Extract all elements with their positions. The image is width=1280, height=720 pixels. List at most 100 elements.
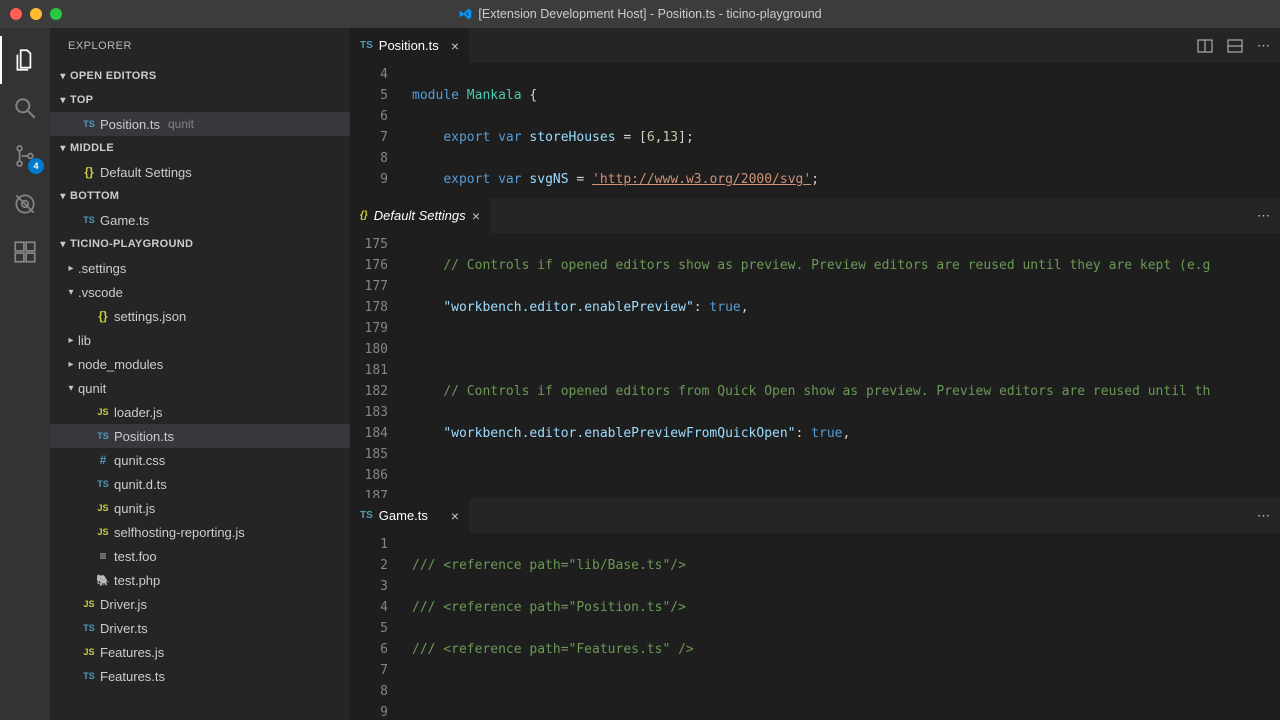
file-label: test.foo: [114, 549, 157, 564]
open-editor-desc: qunit: [168, 117, 194, 131]
minimize-window-button[interactable]: [30, 8, 42, 20]
section-open-editors[interactable]: ▾ OPEN EDITORS: [50, 64, 350, 88]
chevron-down-icon: ▾: [56, 239, 70, 250]
chevron-down-icon: ▾: [56, 143, 70, 154]
scm-badge: 4: [28, 158, 44, 174]
file-label: Driver.ts: [100, 621, 148, 636]
file-label: Driver.js: [100, 597, 147, 612]
more-icon[interactable]: ⋯: [1257, 208, 1270, 224]
line-numbers: 123456789: [350, 534, 406, 720]
file-label: qunit.css: [114, 453, 165, 468]
section-middle[interactable]: ▾ MIDDLE: [50, 136, 350, 160]
folder-vscode[interactable]: ▾ .vscode: [50, 280, 350, 304]
file-label: selfhosting-reporting.js: [114, 525, 245, 540]
tabs-bar-top: TS Position.ts × ⋯: [350, 28, 1280, 64]
window-title-text: [Extension Development Host] - Position.…: [478, 7, 821, 21]
chevron-down-icon: ▾: [64, 287, 78, 298]
open-editor-label: Game.ts: [100, 213, 149, 228]
tabs-actions-middle: ⋯: [1247, 198, 1280, 233]
folder-lib[interactable]: ▸ lib: [50, 328, 350, 352]
tab-label: Position.ts: [379, 38, 439, 53]
tabs-actions-top: ⋯: [1187, 28, 1280, 63]
code-editor-middle[interactable]: 175176177178179180181182183184185186187 …: [350, 234, 1280, 498]
typescript-icon: TS: [92, 479, 114, 489]
tab-default-settings[interactable]: {} Default Settings ×: [350, 198, 491, 233]
file-position-ts[interactable]: TS Position.ts: [50, 424, 350, 448]
file-settings-json[interactable]: {} settings.json: [50, 304, 350, 328]
file-loader-js[interactable]: JS loader.js: [50, 400, 350, 424]
code-editor-top[interactable]: 456789 module Mankala { export var store…: [350, 64, 1280, 198]
javascript-icon: JS: [78, 599, 100, 609]
section-project[interactable]: ▾ TICINO-PLAYGROUND: [50, 232, 350, 256]
file-label: settings.json: [114, 309, 186, 324]
open-editor-middle-default-settings[interactable]: {} Default Settings: [50, 160, 350, 184]
activity-bar: 4: [0, 28, 50, 720]
tab-label: Default Settings: [374, 208, 466, 223]
file-test-foo[interactable]: ≡ test.foo: [50, 544, 350, 568]
split-editor-icon[interactable]: [1197, 38, 1213, 54]
close-icon[interactable]: ×: [451, 38, 459, 54]
typescript-icon: TS: [92, 431, 114, 441]
tabs-actions-bottom: ⋯: [1247, 498, 1280, 533]
file-label: Features.ts: [100, 669, 165, 684]
file-label: Position.ts: [114, 429, 174, 444]
window-title: [Extension Development Host] - Position.…: [458, 7, 821, 21]
code-editor-bottom[interactable]: 123456789 /// <reference path="lib/Base.…: [350, 534, 1280, 720]
file-label: qunit.d.ts: [114, 477, 167, 492]
php-icon: 🐘: [92, 574, 114, 587]
activity-extensions[interactable]: [0, 228, 50, 276]
activity-search[interactable]: [0, 84, 50, 132]
window-controls: [0, 8, 62, 20]
close-icon[interactable]: ×: [451, 508, 459, 524]
section-bottom[interactable]: ▾ BOTTOM: [50, 184, 350, 208]
chevron-right-icon: ▸: [64, 359, 78, 370]
file-qunit-css[interactable]: # qunit.css: [50, 448, 350, 472]
code-content: // Controls if opened editors show as pr…: [406, 234, 1280, 498]
file-label: qunit.js: [114, 501, 155, 516]
line-numbers: 456789: [350, 64, 406, 198]
open-editor-bottom-game[interactable]: TS Game.ts: [50, 208, 350, 232]
section-top[interactable]: ▾ TOP: [50, 88, 350, 112]
javascript-icon: JS: [92, 407, 114, 417]
debug-icon: [12, 191, 38, 217]
css-icon: #: [92, 453, 114, 467]
folder-label: .settings: [78, 261, 126, 276]
activity-scm[interactable]: 4: [0, 132, 50, 180]
json-icon: {}: [92, 309, 114, 323]
maximize-window-button[interactable]: [50, 8, 62, 20]
section-open-editors-label: OPEN EDITORS: [70, 70, 157, 82]
editor-area: TS Position.ts × ⋯ 456789 module Mankala…: [350, 28, 1280, 720]
chevron-down-icon: ▾: [64, 383, 78, 394]
folder-node-modules[interactable]: ▸ node_modules: [50, 352, 350, 376]
file-icon: ≡: [92, 549, 114, 563]
search-icon: [12, 95, 38, 121]
activity-debug[interactable]: [0, 180, 50, 228]
file-driver-ts[interactable]: TS Driver.ts: [50, 616, 350, 640]
close-window-button[interactable]: [10, 8, 22, 20]
file-driver-js[interactable]: JS Driver.js: [50, 592, 350, 616]
json-icon: {}: [360, 210, 368, 221]
chevron-down-icon: ▾: [56, 95, 70, 106]
close-icon[interactable]: ×: [472, 208, 480, 224]
open-editor-label: Position.ts: [100, 117, 160, 132]
folder-settings[interactable]: ▸ .settings: [50, 256, 350, 280]
file-qunit-js[interactable]: JS qunit.js: [50, 496, 350, 520]
more-icon[interactable]: ⋯: [1257, 508, 1270, 524]
tab-position-ts[interactable]: TS Position.ts ×: [350, 28, 470, 63]
chevron-right-icon: ▸: [64, 335, 78, 346]
file-features-ts[interactable]: TS Features.ts: [50, 664, 350, 688]
typescript-icon: TS: [360, 40, 373, 51]
code-content: module Mankala { export var storeHouses …: [406, 64, 1280, 198]
file-selfhosting-js[interactable]: JS selfhosting-reporting.js: [50, 520, 350, 544]
tab-game-ts[interactable]: TS Game.ts ×: [350, 498, 470, 533]
more-icon[interactable]: ⋯: [1257, 38, 1270, 54]
file-test-php[interactable]: 🐘 test.php: [50, 568, 350, 592]
toggle-layout-icon[interactable]: [1227, 38, 1243, 54]
editor-group-middle: {} Default Settings × ⋯ 1751761771781791…: [350, 198, 1280, 498]
folder-qunit[interactable]: ▾ qunit: [50, 376, 350, 400]
file-features-js[interactable]: JS Features.js: [50, 640, 350, 664]
section-project-label: TICINO-PLAYGROUND: [70, 238, 193, 250]
open-editor-top-position[interactable]: TS Position.ts qunit: [50, 112, 350, 136]
file-qunit-d-ts[interactable]: TS qunit.d.ts: [50, 472, 350, 496]
activity-explorer[interactable]: [0, 36, 50, 84]
